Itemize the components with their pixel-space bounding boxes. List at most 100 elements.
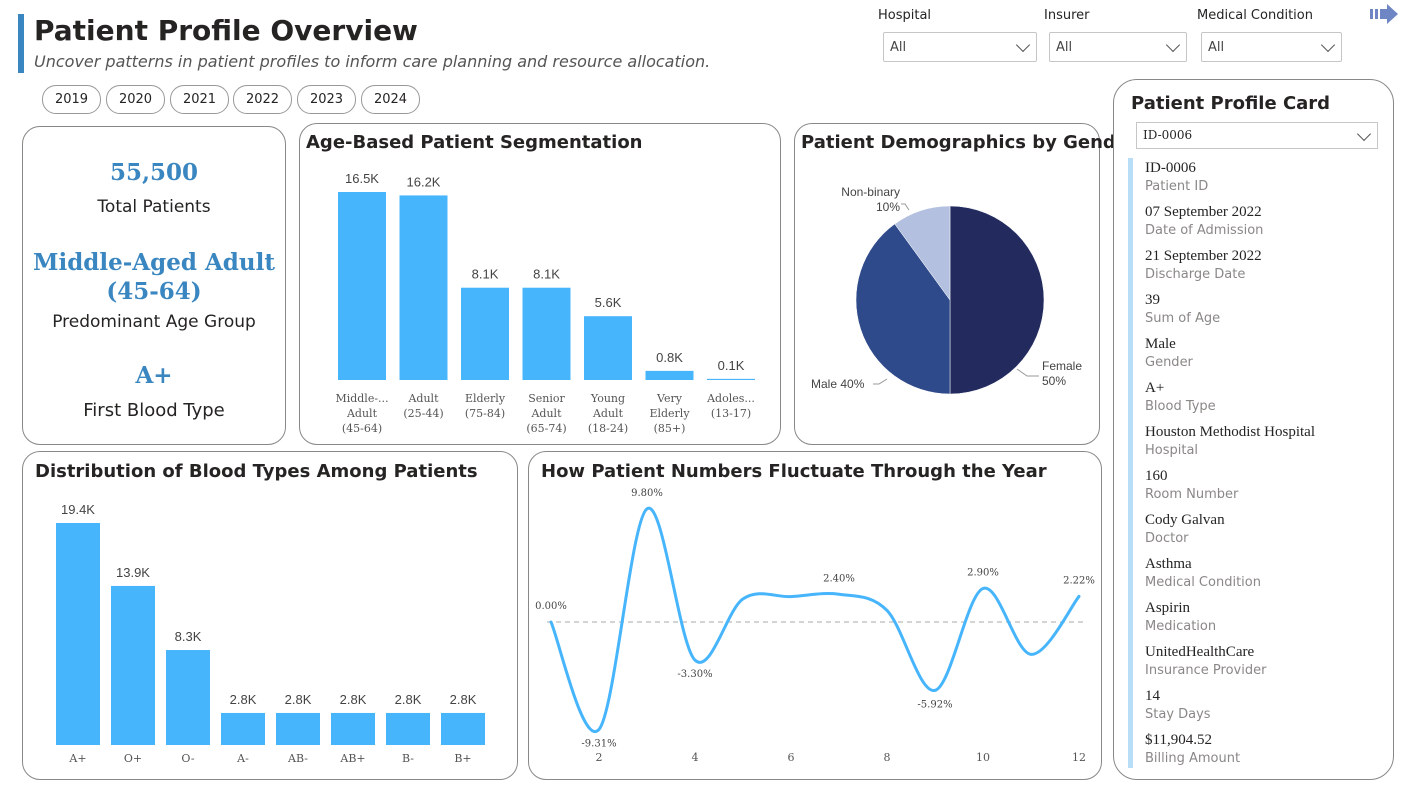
profile-field-value: Male bbox=[1145, 336, 1176, 352]
pie-slice-female bbox=[949, 205, 1045, 395]
age-category-label: Adoles... bbox=[706, 392, 755, 405]
profile-field-value: 21 September 2022 bbox=[1145, 248, 1262, 264]
profile-field-value: $11,904.52 bbox=[1145, 732, 1212, 748]
profile-field-label: Hospital bbox=[1145, 443, 1199, 458]
blood-type-bar bbox=[331, 712, 375, 745]
age-category-label: (65-74) bbox=[526, 422, 566, 435]
profile-field-label: Medical Condition bbox=[1145, 575, 1261, 590]
year-button-2022[interactable]: 2022 bbox=[233, 85, 292, 114]
pie-label-male: Male 40% bbox=[811, 377, 865, 391]
trend-x-tick-label: 6 bbox=[788, 751, 795, 764]
age-group-value-line2: (45-64) bbox=[106, 278, 202, 305]
patient-id-select-value: ID-0006 bbox=[1143, 128, 1193, 142]
age-bar-data-label: 8.1K bbox=[472, 267, 499, 282]
year-button-2024[interactable]: 2024 bbox=[361, 85, 420, 114]
condition-filter-select[interactable]: All bbox=[1201, 32, 1342, 62]
page-title: Patient Profile Overview bbox=[34, 14, 418, 47]
patient-id-select[interactable]: ID-0006 bbox=[1136, 122, 1378, 149]
age-category-label: Elderly bbox=[465, 392, 506, 405]
profile-field-label: Sum of Age bbox=[1145, 311, 1221, 326]
chevron-down-icon bbox=[1356, 126, 1372, 142]
profile-card-title: Patient Profile Card bbox=[1131, 93, 1331, 114]
blood-type-bar bbox=[111, 585, 155, 745]
trend-x-tick-label: 12 bbox=[1072, 751, 1086, 764]
trend-x-tick-label: 2 bbox=[596, 751, 603, 764]
blood-bar-data-label: 2.8K bbox=[340, 692, 367, 707]
condition-filter-label: Medical Condition bbox=[1197, 8, 1313, 23]
total-patients-value: 55,500 bbox=[109, 159, 199, 186]
first-blood-type-label: First Blood Type bbox=[83, 400, 225, 421]
trend-point-label: 0.00% bbox=[535, 601, 567, 612]
total-patients-label: Total Patients bbox=[97, 197, 211, 217]
blood-bar-data-label: 19.4K bbox=[61, 502, 95, 517]
trend-point-label: 9.80% bbox=[631, 488, 663, 499]
chevron-down-icon bbox=[1165, 37, 1181, 53]
age-bar-data-label: 16.2K bbox=[407, 174, 441, 189]
age-bar bbox=[707, 378, 755, 380]
pie-label-female-name: Female bbox=[1042, 359, 1082, 373]
blood-type-bar bbox=[221, 712, 265, 745]
profile-field-label: Patient ID bbox=[1145, 179, 1209, 194]
age-category-label: Elderly bbox=[649, 407, 690, 420]
year-button-2020[interactable]: 2020 bbox=[106, 85, 165, 114]
insurer-filter-value: All bbox=[1056, 40, 1073, 55]
trend-x-tick-label: 8 bbox=[884, 751, 891, 764]
year-button-2021[interactable]: 2021 bbox=[170, 85, 229, 114]
age-bar-data-label: 16.5K bbox=[345, 171, 379, 186]
trend-point-label: -3.30% bbox=[677, 669, 712, 680]
insurer-filter-select[interactable]: All bbox=[1049, 32, 1187, 62]
navigate-arrow-icon[interactable] bbox=[1370, 4, 1400, 24]
gender-demographics-card: Patient Demographics by Gender Female 50%… bbox=[794, 123, 1137, 445]
profile-field-value: 160 bbox=[1145, 468, 1168, 484]
blood-bar-data-label: 13.9K bbox=[116, 565, 150, 580]
blood-type-category-label: B+ bbox=[454, 752, 471, 765]
profile-accent-bar bbox=[1128, 158, 1133, 768]
pie-leader-line bbox=[901, 203, 910, 211]
age-category-label: (85+) bbox=[654, 422, 686, 435]
age-bar-data-label: 0.8K bbox=[656, 350, 683, 365]
profile-field-value: Aspirin bbox=[1145, 600, 1190, 616]
blood-bar-data-label: 2.8K bbox=[285, 692, 312, 707]
predominant-age-group-value: Middle-Aged Adult (45-64) bbox=[23, 248, 285, 306]
chevron-down-icon bbox=[1015, 37, 1031, 53]
age-bar-data-label: 8.1K bbox=[533, 267, 560, 282]
profile-field-label: Doctor bbox=[1145, 531, 1189, 546]
age-category-label: Adult bbox=[346, 407, 378, 420]
year-button-2019[interactable]: 2019 bbox=[42, 85, 101, 114]
profile-field-label: Gender bbox=[1145, 355, 1193, 370]
blood-type-card: Distribution of Blood Types Among Patien… bbox=[22, 451, 518, 780]
hospital-filter-select[interactable]: All bbox=[883, 32, 1037, 62]
blood-type-bar bbox=[386, 712, 430, 745]
blood-bar-data-label: 2.8K bbox=[450, 692, 477, 707]
blood-type-bar bbox=[276, 712, 320, 745]
pie-leader-line bbox=[1016, 368, 1039, 377]
profile-field-label: Stay Days bbox=[1145, 707, 1211, 722]
trend-line bbox=[549, 507, 1081, 734]
trend-point-label: 2.90% bbox=[967, 568, 999, 579]
predominant-age-group-label: Predominant Age Group bbox=[52, 312, 256, 332]
insurer-filter-label: Insurer bbox=[1044, 8, 1090, 23]
profile-field-value: UnitedHealthCare bbox=[1145, 644, 1255, 660]
profile-field-label: Discharge Date bbox=[1145, 267, 1246, 282]
age-category-label: Adult bbox=[530, 407, 562, 420]
age-category-label: Very bbox=[656, 392, 683, 405]
blood-bar-data-label: 8.3K bbox=[175, 629, 202, 644]
first-blood-type-value: A+ bbox=[135, 362, 173, 389]
year-button-2023[interactable]: 2023 bbox=[297, 85, 356, 114]
blood-type-bar bbox=[441, 712, 485, 745]
blood-type-category-label: O+ bbox=[124, 752, 142, 765]
blood-bar-data-label: 2.8K bbox=[230, 692, 257, 707]
profile-field-value: Asthma bbox=[1145, 556, 1192, 572]
profile-field-value: A+ bbox=[1145, 380, 1165, 396]
age-category-label: (25-44) bbox=[403, 407, 443, 420]
age-category-label: (45-64) bbox=[342, 422, 382, 435]
profile-field-value: 39 bbox=[1145, 292, 1160, 308]
pie-leader-line bbox=[873, 378, 888, 385]
blood-type-category-label: B- bbox=[402, 752, 414, 765]
age-category-label: Middle-... bbox=[335, 392, 388, 405]
age-bar bbox=[645, 370, 694, 380]
profile-field-label: Billing Amount bbox=[1145, 751, 1241, 766]
trend-point-label: -9.31% bbox=[581, 738, 616, 749]
profile-field-label: Medication bbox=[1145, 619, 1217, 634]
age-bar bbox=[461, 287, 509, 380]
